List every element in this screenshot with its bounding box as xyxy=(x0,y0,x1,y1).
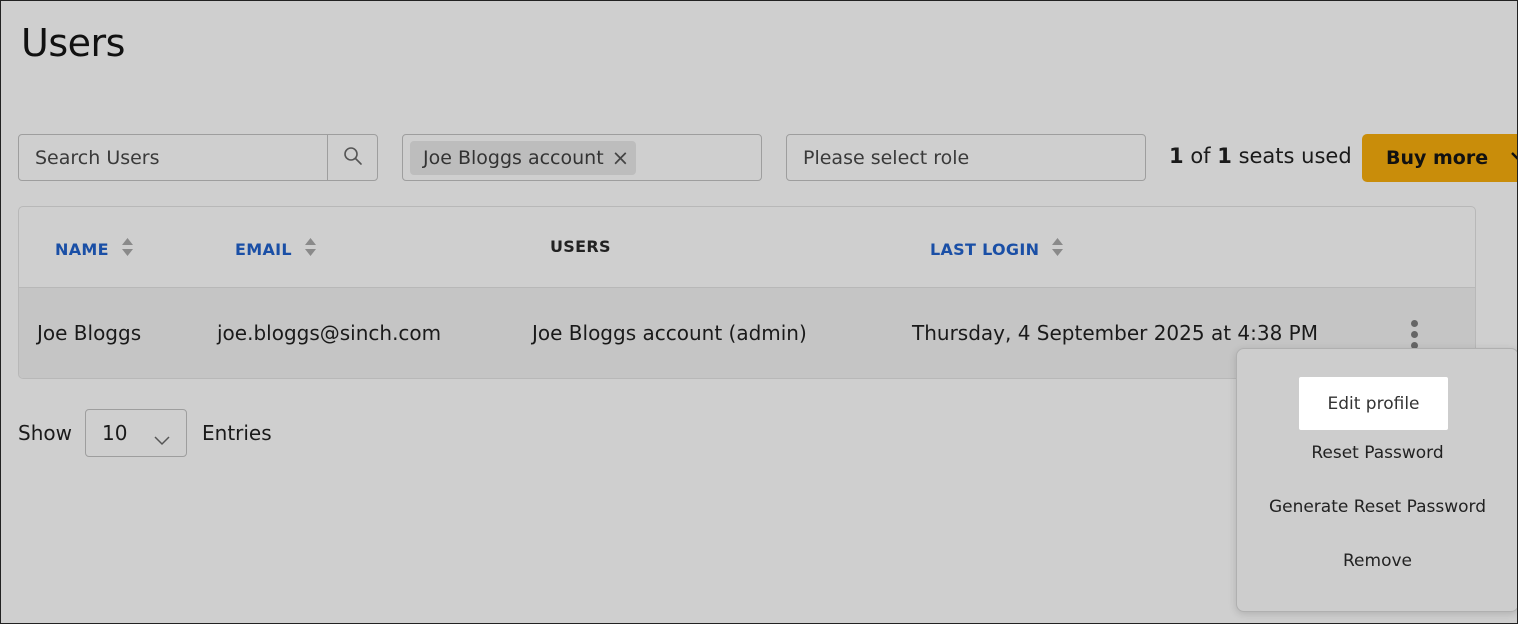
cell-name: Joe Bloggs xyxy=(37,321,142,345)
column-header-last-login[interactable]: LAST LOGIN xyxy=(930,237,1064,261)
users-page: Users Joe Bloggs account × Please select… xyxy=(0,0,1518,624)
show-label: Show xyxy=(18,421,72,445)
row-actions-menu: Edit profile Reset Password Generate Res… xyxy=(1236,348,1517,612)
chevron-down-icon xyxy=(154,427,170,451)
seats-of: of xyxy=(1190,144,1211,168)
seats-suffix: seats used xyxy=(1238,144,1352,168)
sort-icon xyxy=(304,237,317,261)
seats-total-count: 1 xyxy=(1217,144,1232,168)
account-chip-label: Joe Bloggs account xyxy=(423,147,604,169)
account-chip: Joe Bloggs account × xyxy=(410,141,637,175)
role-placeholder: Please select role xyxy=(803,146,970,169)
menu-item-generate-reset-password[interactable]: Generate Reset Password xyxy=(1237,497,1517,517)
column-header-name[interactable]: NAME xyxy=(55,237,134,261)
page-title: Users xyxy=(21,21,125,65)
sort-icon xyxy=(1051,237,1064,261)
menu-item-reset-password[interactable]: Reset Password xyxy=(1237,443,1517,463)
search-box xyxy=(18,134,378,181)
menu-item-remove[interactable]: Remove xyxy=(1237,551,1517,571)
menu-item-edit-profile[interactable]: Edit profile xyxy=(1299,377,1448,430)
account-filter[interactable]: Joe Bloggs account × xyxy=(402,134,762,181)
page-size-select[interactable]: 10 xyxy=(85,409,187,457)
column-header-users: USERS xyxy=(550,237,611,256)
buy-more-button[interactable]: Buy more xyxy=(1362,134,1517,182)
role-select[interactable]: Please select role xyxy=(786,134,1146,181)
seats-used: 1 of 1 seats used xyxy=(1169,144,1352,168)
chevron-down-icon xyxy=(1510,147,1517,172)
column-header-email[interactable]: EMAIL xyxy=(235,237,317,261)
close-icon[interactable]: × xyxy=(612,147,630,169)
column-header-email-label: EMAIL xyxy=(235,239,292,259)
page-size-value: 10 xyxy=(102,421,128,445)
entries-label: Entries xyxy=(202,421,272,445)
cell-last-login: Thursday, 4 September 2025 at 4:38 PM xyxy=(912,321,1318,345)
search-icon xyxy=(343,146,363,170)
seats-used-count: 1 xyxy=(1169,144,1184,168)
table-header: NAME EMAIL USERS LAST LOGIN xyxy=(19,207,1475,288)
cell-email: joe.bloggs@sinch.com xyxy=(217,321,442,345)
cell-users: Joe Bloggs account (admin) xyxy=(532,321,807,345)
buy-more-label: Buy more xyxy=(1386,147,1489,169)
search-button[interactable] xyxy=(327,135,377,180)
menu-item-label: Edit profile xyxy=(1327,393,1420,414)
column-header-last-login-label: LAST LOGIN xyxy=(930,239,1040,259)
column-header-name-label: NAME xyxy=(55,239,109,259)
sort-icon xyxy=(121,237,134,261)
column-header-users-label: USERS xyxy=(550,237,611,256)
search-input[interactable] xyxy=(19,135,327,180)
